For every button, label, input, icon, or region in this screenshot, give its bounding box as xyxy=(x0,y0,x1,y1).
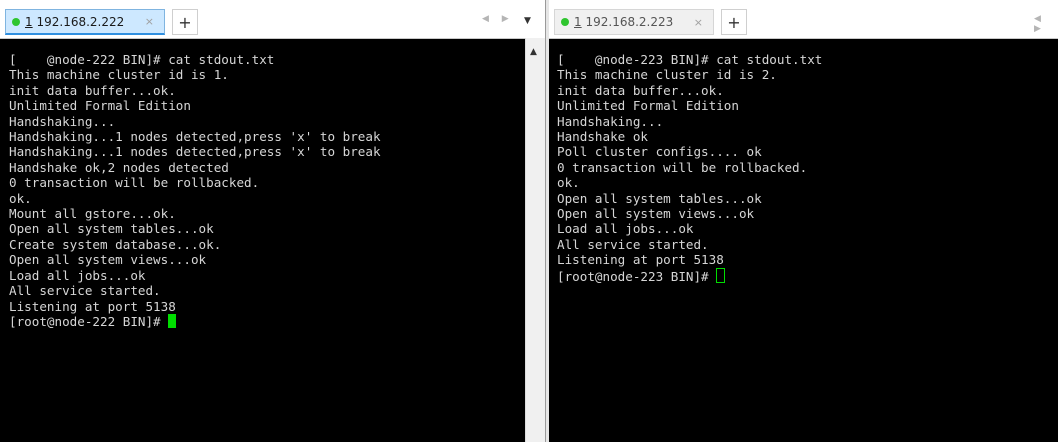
terminal-line: Open all system views...ok xyxy=(557,206,755,222)
terminal-line: All service started. xyxy=(557,236,709,252)
terminal-line: Handshaking... xyxy=(9,113,116,129)
terminal-prompt-line[interactable]: [root@node-223 BIN]# xyxy=(557,267,822,284)
terminal-line: 0 transaction will be rollbacked. xyxy=(9,175,260,191)
terminal-line: Handshake ok xyxy=(557,129,648,145)
terminal-prompt-line[interactable]: [root@node-222 BIN]# xyxy=(9,313,381,329)
terminal-line: Open all system views...ok xyxy=(9,252,207,268)
connected-status-icon xyxy=(12,17,20,26)
terminal-line: Handshaking...1 nodes detected,press 'x'… xyxy=(9,144,381,160)
tab-bar-right: 1 192.168.2.223 × + ◀ ▶ xyxy=(549,0,1058,39)
terminal-line: Load all jobs...ok xyxy=(557,221,694,237)
terminal-line: This machine cluster id is 2. xyxy=(557,67,777,83)
terminal-line: [ @node-222 BIN]# cat stdout.txt xyxy=(9,52,275,67)
tab-label: 1 192.168.2.223 xyxy=(574,15,674,29)
terminal-line: Poll cluster configs.... ok xyxy=(557,144,762,160)
shell-prompt: [root@node-222 BIN]# xyxy=(9,313,169,329)
new-tab-button[interactable]: + xyxy=(721,9,747,35)
tab-bar-left: 1 192.168.2.222 × + ◀ ▶ ▼ xyxy=(0,0,545,39)
terminal-line: Mount all gstore...ok. xyxy=(9,206,176,222)
terminal-line: ok. xyxy=(9,190,32,206)
terminal-cursor xyxy=(716,267,726,283)
terminal-line: All service started. xyxy=(9,283,161,299)
tab-label: 1 192.168.2.222 xyxy=(25,14,125,29)
terminal-pane-right[interactable]: 1 192.168.2.223 × + ◀ ▶ [ @node-223 BIN]… xyxy=(549,0,1058,442)
terminal-line: init data buffer...ok. xyxy=(557,82,724,98)
terminal-output: [ @node-223 BIN]# cat stdout.txt This mac… xyxy=(557,52,822,284)
tab-scroll-arrows[interactable]: ◀ ▶ xyxy=(482,14,514,24)
terminal-output: [ @node-222 BIN]# cat stdout.txt This mac… xyxy=(9,52,381,329)
scroll-up-arrow-icon[interactable]: ▲ xyxy=(530,47,537,57)
tab-list-dropdown-icon[interactable]: ▼ xyxy=(524,16,531,26)
terminal-cursor xyxy=(168,313,177,328)
terminal-line: Handshaking...1 nodes detected,press 'x'… xyxy=(9,129,381,145)
shell-prompt: [root@node-223 BIN]# xyxy=(557,268,717,284)
terminal-line: Unlimited Formal Edition xyxy=(9,98,191,114)
terminal-line: Load all jobs...ok xyxy=(9,267,146,283)
new-tab-button[interactable]: + xyxy=(172,9,198,35)
terminal-pane-left[interactable]: 1 192.168.2.222 × + ◀ ▶ ▼ [ @node-222 BI… xyxy=(0,0,545,442)
terminal-line: Open all system tables...ok xyxy=(9,221,214,237)
terminal-line: 0 transaction will be rollbacked. xyxy=(557,159,808,175)
terminal-line: Handshaking... xyxy=(557,113,664,129)
tab-session-192-168-2-223[interactable]: 1 192.168.2.223 × xyxy=(554,9,714,35)
terminal-line: Listening at port 5138 xyxy=(9,298,176,314)
terminal-line: Handshake ok,2 nodes detected xyxy=(9,159,229,175)
terminal-line: [ @node-223 BIN]# cat stdout.txt xyxy=(557,52,823,67)
connected-status-icon xyxy=(561,18,569,26)
terminal-line: Listening at port 5138 xyxy=(557,252,724,268)
close-tab-icon[interactable]: × xyxy=(694,16,703,29)
terminal-line: init data buffer...ok. xyxy=(9,82,176,98)
terminal-line: Create system database...ok. xyxy=(9,236,222,252)
terminal-line: Unlimited Formal Edition xyxy=(557,98,739,114)
tab-session-192-168-2-222[interactable]: 1 192.168.2.222 × xyxy=(5,9,165,35)
terminal-line: Open all system tables...ok xyxy=(557,190,762,206)
terminal-line: This machine cluster id is 1. xyxy=(9,67,229,83)
tab-scroll-arrows[interactable]: ◀ ▶ xyxy=(1034,14,1058,34)
terminal-scrollbar[interactable]: ▲ xyxy=(525,38,545,442)
close-tab-icon[interactable]: × xyxy=(145,15,154,28)
terminal-line: ok. xyxy=(557,175,580,191)
